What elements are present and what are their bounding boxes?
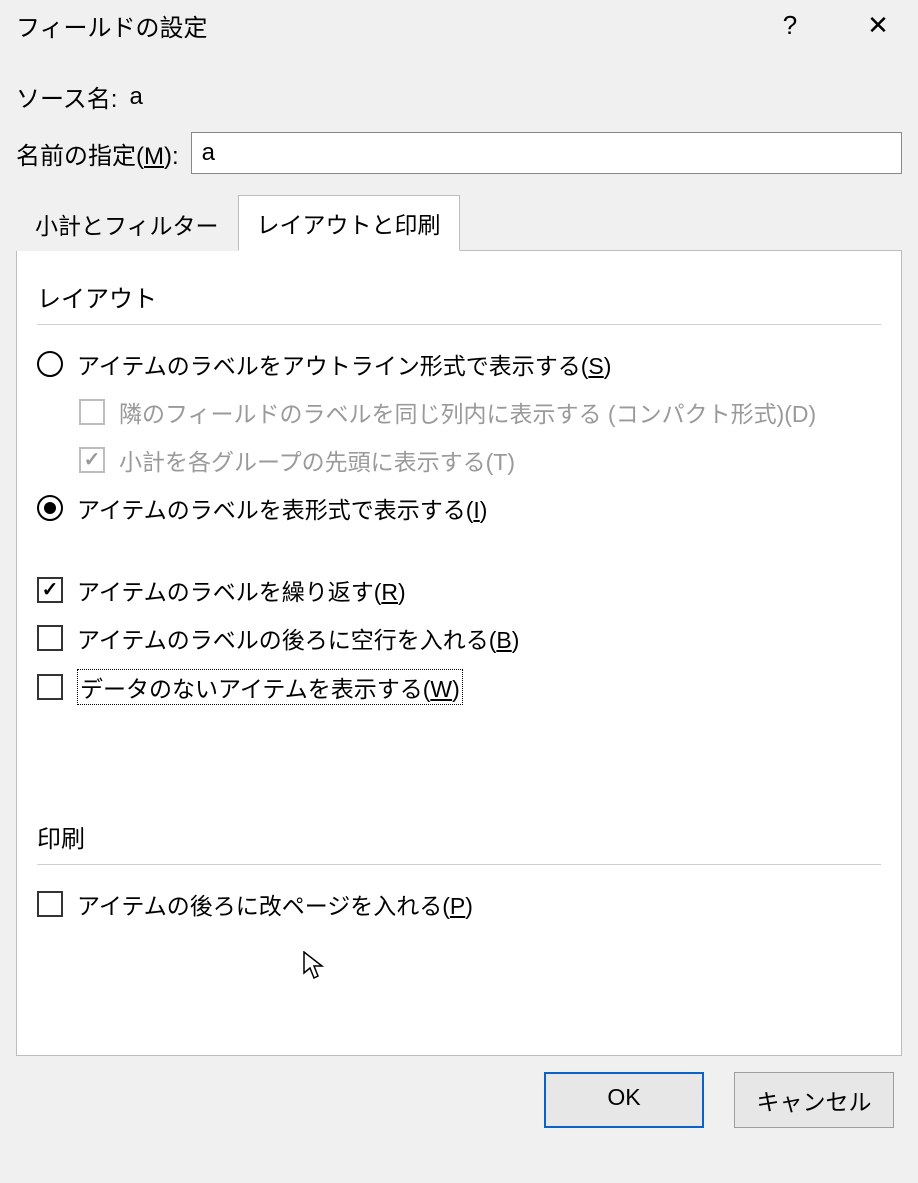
- tab-panel-layout-print: レイアウト アイテムのラベルをアウトライン形式で表示する(S) 隣のフィールドの…: [16, 251, 902, 1056]
- checkbox-icon: [37, 891, 63, 917]
- radio-icon: [37, 495, 63, 521]
- help-button[interactable]: ?: [766, 10, 814, 41]
- section-print-title: 印刷: [37, 819, 881, 854]
- section-layout-title: レイアウト: [37, 279, 881, 314]
- tab-strip: 小計とフィルター レイアウトと印刷: [16, 194, 902, 251]
- ok-button[interactable]: OK: [544, 1072, 704, 1128]
- close-button[interactable]: ✕: [854, 10, 902, 41]
- checkbox-repeat-label: アイテムのラベルを繰り返す(R): [77, 573, 406, 607]
- checkbox-show-empty-items[interactable]: データのないアイテムを表示する(W): [37, 669, 881, 705]
- checkbox-show-empty-label: データのないアイテムを表示する(W): [77, 669, 463, 705]
- custom-name-input[interactable]: [191, 132, 902, 174]
- tab-subtotals-filters[interactable]: 小計とフィルター: [16, 196, 238, 251]
- radio-outline-form[interactable]: アイテムのラベルをアウトライン形式で表示する(S): [37, 347, 881, 381]
- close-icon: ✕: [867, 10, 889, 40]
- radio-tabular-form[interactable]: アイテムのラベルを表形式で表示する(I): [37, 491, 881, 525]
- checkbox-compact-form: 隣のフィールドのラベルを同じ列内に表示する (コンパクト形式)(D): [79, 395, 881, 429]
- checkbox-page-break[interactable]: アイテムの後ろに改ページを入れる(P): [37, 887, 881, 921]
- radio-tabular-label: アイテムのラベルを表形式で表示する(I): [77, 491, 487, 525]
- section-layout-divider: [37, 324, 881, 325]
- source-name-value: a: [129, 83, 142, 111]
- cancel-button[interactable]: キャンセル: [734, 1072, 894, 1128]
- checkbox-repeat-labels[interactable]: アイテムのラベルを繰り返す(R): [37, 573, 881, 607]
- tab-layout-print[interactable]: レイアウトと印刷: [238, 195, 460, 251]
- checkbox-blank-line[interactable]: アイテムのラベルの後ろに空行を入れる(B): [37, 621, 881, 655]
- checkbox-icon: [37, 577, 63, 603]
- source-name-label: ソース名:: [16, 79, 117, 114]
- cursor-icon: [303, 951, 325, 988]
- checkbox-icon: [79, 399, 105, 425]
- dialog-content: ソース名: a 名前の指定(M): 小計とフィルター レイアウトと印刷 レイアウ…: [0, 61, 918, 1056]
- titlebar: フィールドの設定 ? ✕: [0, 0, 918, 61]
- custom-name-label: 名前の指定(M):: [16, 136, 179, 171]
- checkbox-blank-label: アイテムのラベルの後ろに空行を入れる(B): [77, 621, 519, 655]
- section-print-divider: [37, 864, 881, 865]
- checkbox-compact-label: 隣のフィールドのラベルを同じ列内に表示する (コンパクト形式)(D): [119, 395, 816, 429]
- checkbox-subtotal-top: 小計を各グループの先頭に表示する(T): [79, 443, 881, 477]
- checkbox-page-break-label: アイテムの後ろに改ページを入れる(P): [77, 887, 473, 921]
- checkbox-icon: [79, 447, 105, 473]
- custom-name-row: 名前の指定(M):: [16, 132, 902, 174]
- dialog-title: フィールドの設定: [16, 8, 726, 43]
- source-name-row: ソース名: a: [16, 79, 902, 114]
- radio-icon: [37, 351, 63, 377]
- checkbox-subtotal-top-label: 小計を各グループの先頭に表示する(T): [119, 443, 515, 477]
- dialog-footer: OK キャンセル: [0, 1056, 918, 1146]
- checkbox-icon: [37, 625, 63, 651]
- checkbox-icon: [37, 674, 63, 700]
- radio-outline-label: アイテムのラベルをアウトライン形式で表示する(S): [77, 347, 611, 381]
